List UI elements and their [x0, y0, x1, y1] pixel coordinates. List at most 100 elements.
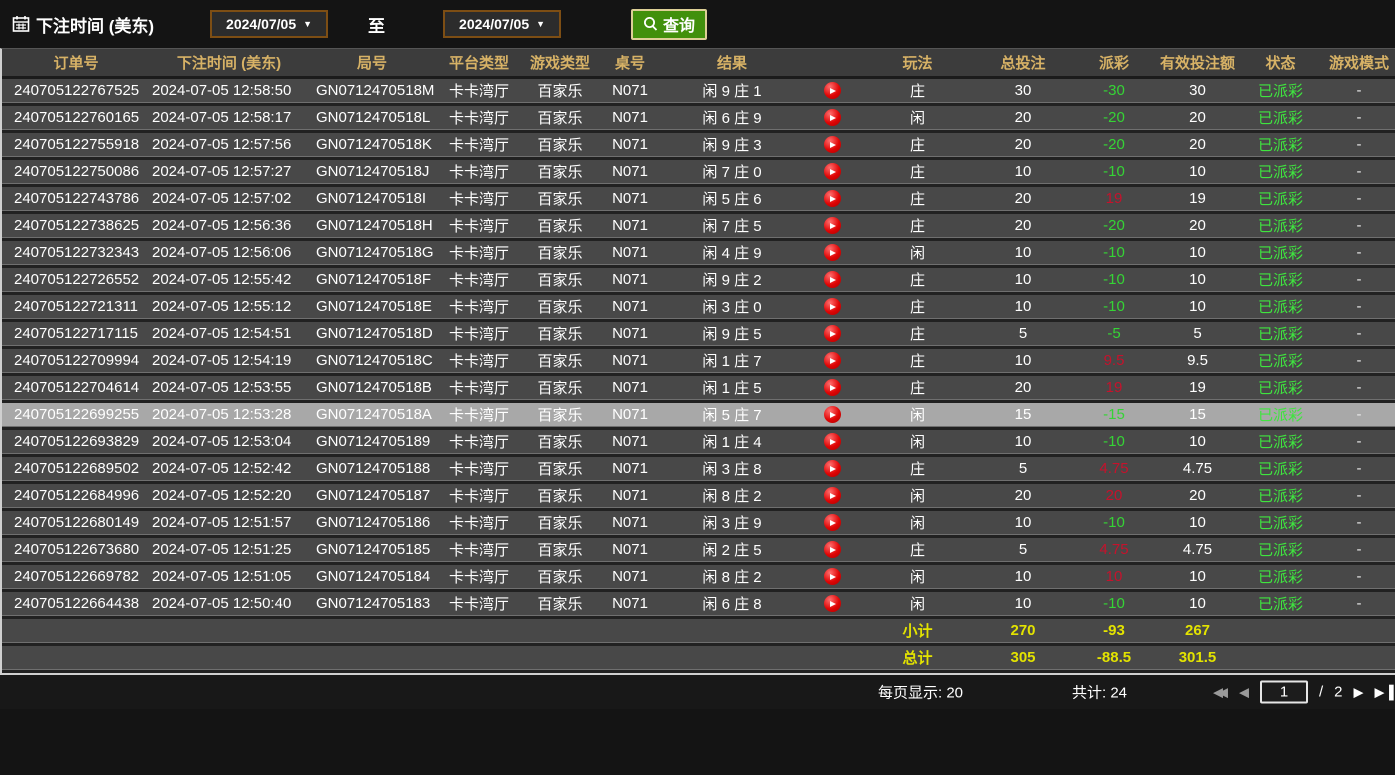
table-row[interactable]: 2407051227046142024-07-05 12:53:55GN0712… — [2, 374, 1395, 401]
date-to-picker[interactable]: 2024/07/05 ▼ — [443, 10, 561, 38]
order-id-cell: 240705122738625 — [2, 212, 150, 239]
replay-icon[interactable] — [824, 352, 841, 369]
order-id-cell: 240705122717115 — [2, 320, 150, 347]
prev-page-button[interactable]: ◀ — [1239, 685, 1249, 698]
subtotal-row-valid-bet: 267 — [1155, 617, 1240, 644]
replay-icon[interactable] — [824, 514, 841, 531]
play-triangle-icon — [830, 358, 836, 364]
table-row[interactable]: 2407051227386252024-07-05 12:56:36GN0712… — [2, 212, 1395, 239]
first-page-button[interactable]: ◀◀ — [1213, 685, 1228, 698]
order-id-cell: 240705122721311 — [2, 293, 150, 320]
header-result: 结果 — [662, 49, 802, 77]
table-row[interactable]: 2407051226992552024-07-05 12:53:28GN0712… — [2, 401, 1395, 428]
game-mode-cell: - — [1321, 185, 1395, 212]
platform-type-cell: 卡卡湾厅 — [436, 482, 522, 509]
play-triangle-icon — [830, 574, 836, 580]
table-row[interactable]: 2407051227559182024-07-05 12:57:56GN0712… — [2, 131, 1395, 158]
bet-time-cell: 2024-07-05 12:55:12 — [150, 293, 308, 320]
status-cell: 已派彩 — [1240, 293, 1321, 320]
header-payout: 派彩 — [1073, 49, 1155, 77]
result-icon-cell — [802, 212, 862, 239]
play-type-cell: 庄 — [862, 77, 973, 104]
total-bet-cell: 10 — [973, 239, 1073, 266]
header-game-type: 游戏类型 — [522, 49, 598, 77]
table-row[interactable]: 2407051227437862024-07-05 12:57:02GN0712… — [2, 185, 1395, 212]
replay-icon[interactable] — [824, 163, 841, 180]
replay-icon[interactable] — [824, 109, 841, 126]
result-cell: 闲 9 庄 3 — [662, 131, 802, 158]
replay-icon[interactable] — [824, 406, 841, 423]
replay-icon[interactable] — [824, 379, 841, 396]
status-cell: 已派彩 — [1240, 401, 1321, 428]
replay-icon[interactable] — [824, 190, 841, 207]
game-type-cell: 百家乐 — [522, 320, 598, 347]
replay-icon[interactable] — [824, 136, 841, 153]
valid-bet-cell: 5 — [1155, 320, 1240, 347]
per-page-label: 每页显示: — [878, 684, 942, 701]
game-mode-cell: - — [1321, 212, 1395, 239]
platform-type-cell: 卡卡湾厅 — [436, 428, 522, 455]
replay-icon[interactable] — [824, 541, 841, 558]
table-header: 订单号下注时间 (美东)局号平台类型游戏类型桌号结果玩法总投注派彩有效投注额状态… — [2, 49, 1395, 77]
round-id-cell: GN0712470518H — [308, 212, 436, 239]
replay-icon[interactable] — [824, 82, 841, 99]
valid-bet-cell: 4.75 — [1155, 536, 1240, 563]
last-page-button[interactable]: ▶▐ — [1375, 685, 1394, 698]
play-type-cell: 闲 — [862, 401, 973, 428]
play-type-cell: 庄 — [862, 347, 973, 374]
status-cell: 已派彩 — [1240, 239, 1321, 266]
table-number-cell: N071 — [598, 320, 662, 347]
round-id-cell: GN0712470518F — [308, 266, 436, 293]
table-row[interactable]: 2407051227323432024-07-05 12:56:06GN0712… — [2, 239, 1395, 266]
game-mode-cell: - — [1321, 374, 1395, 401]
result-icon-cell — [802, 509, 862, 536]
payout-cell: 19 — [1073, 374, 1155, 401]
replay-icon[interactable] — [824, 325, 841, 342]
game-type-cell: 百家乐 — [522, 347, 598, 374]
replay-icon[interactable] — [824, 460, 841, 477]
valid-bet-cell: 10 — [1155, 158, 1240, 185]
replay-icon[interactable] — [824, 217, 841, 234]
next-page-button[interactable]: ▶ — [1354, 685, 1364, 698]
status-cell: 已派彩 — [1240, 347, 1321, 374]
search-button[interactable]: 查询 — [631, 9, 707, 40]
table-row[interactable]: 2407051226849962024-07-05 12:52:20GN0712… — [2, 482, 1395, 509]
table-row[interactable]: 2407051227265522024-07-05 12:55:42GN0712… — [2, 266, 1395, 293]
total-bet-cell: 10 — [973, 428, 1073, 455]
table-row[interactable]: 2407051226697822024-07-05 12:51:05GN0712… — [2, 563, 1395, 590]
table-row[interactable]: 2407051227171152024-07-05 12:54:51GN0712… — [2, 320, 1395, 347]
order-id-cell: 240705122726552 — [2, 266, 150, 293]
order-id-cell: 240705122767525 — [2, 77, 150, 104]
table-row[interactable]: 2407051227213112024-07-05 12:55:12GN0712… — [2, 293, 1395, 320]
date-from-picker[interactable]: 2024/07/05 ▼ — [210, 10, 328, 38]
valid-bet-cell: 10 — [1155, 428, 1240, 455]
table-row[interactable]: 2407051227500862024-07-05 12:57:27GN0712… — [2, 158, 1395, 185]
bet-time-cell: 2024-07-05 12:57:56 — [150, 131, 308, 158]
payout-cell: 9.5 — [1073, 347, 1155, 374]
replay-icon[interactable] — [824, 487, 841, 504]
replay-icon[interactable] — [824, 595, 841, 612]
payout-cell: -10 — [1073, 590, 1155, 617]
table-row[interactable]: 2407051226801492024-07-05 12:51:57GN0712… — [2, 509, 1395, 536]
replay-icon[interactable] — [824, 568, 841, 585]
replay-icon[interactable] — [824, 433, 841, 450]
replay-icon[interactable] — [824, 244, 841, 261]
table-row[interactable]: 2407051226644382024-07-05 12:50:40GN0712… — [2, 590, 1395, 617]
status-cell: 已派彩 — [1240, 131, 1321, 158]
play-type-cell: 闲 — [862, 482, 973, 509]
game-type-cell: 百家乐 — [522, 212, 598, 239]
valid-bet-cell: 10 — [1155, 563, 1240, 590]
round-id-cell: GN0712470518B — [308, 374, 436, 401]
table-row[interactable]: 2407051227675252024-07-05 12:58:50GN0712… — [2, 77, 1395, 104]
replay-icon[interactable] — [824, 271, 841, 288]
replay-icon[interactable] — [824, 298, 841, 315]
table-row[interactable]: 2407051226736802024-07-05 12:51:25GN0712… — [2, 536, 1395, 563]
bet-time-cell: 2024-07-05 12:56:36 — [150, 212, 308, 239]
table-row[interactable]: 2407051227601652024-07-05 12:58:17GN0712… — [2, 104, 1395, 131]
table-number-cell: N071 — [598, 563, 662, 590]
table-row[interactable]: 2407051227099942024-07-05 12:54:19GN0712… — [2, 347, 1395, 374]
table-row[interactable]: 2407051226938292024-07-05 12:53:04GN0712… — [2, 428, 1395, 455]
header-result-icon-spacer — [802, 49, 862, 77]
table-row[interactable]: 2407051226895022024-07-05 12:52:42GN0712… — [2, 455, 1395, 482]
page-input[interactable] — [1260, 680, 1308, 703]
